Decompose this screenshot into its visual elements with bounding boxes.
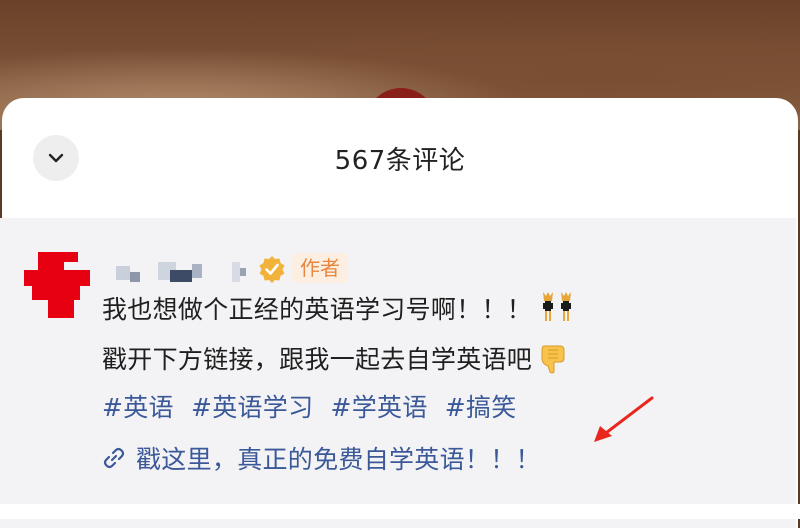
hashtag[interactable]: #搞笑 (445, 393, 517, 422)
link-text[interactable]: 戳这里，真正的免费自学英语！！！ (136, 440, 541, 476)
external-link[interactable]: 戳这里，真正的免费自学英语！！！ (102, 440, 541, 476)
hashtag[interactable]: #英语 (102, 393, 174, 422)
pointing-down-emoji (541, 345, 565, 374)
comment-count-title: 567条评论 (334, 146, 466, 176)
author-badge: 作者 (292, 253, 348, 283)
comment-text-line2: 戳开下方链接，跟我一起去自学英语吧 (102, 340, 568, 376)
sheet-header: 567条评论 (2, 98, 798, 216)
hashtag[interactable]: #学英语 (331, 393, 428, 422)
link-icon (103, 447, 125, 469)
avatar[interactable] (24, 252, 90, 318)
hashtag[interactable]: #英语学习 (191, 393, 313, 422)
verified-badge-icon (259, 256, 285, 283)
comment-text-line1: 我也想做个正经的英语学习号啊！！！ (102, 290, 574, 326)
comment-text-2: 戳开下方链接，跟我一起去自学英语吧 (102, 345, 533, 374)
comment-text-1: 我也想做个正经的英语学习号啊！！！ (102, 295, 533, 324)
dancing-cats-emoji (543, 292, 572, 321)
hashtag-row: #英语 #英语学习 #学英语 #搞笑 (102, 388, 529, 424)
annotation-arrow (594, 396, 654, 442)
sheet-bottom (0, 504, 800, 519)
pixelated-username (116, 262, 246, 282)
